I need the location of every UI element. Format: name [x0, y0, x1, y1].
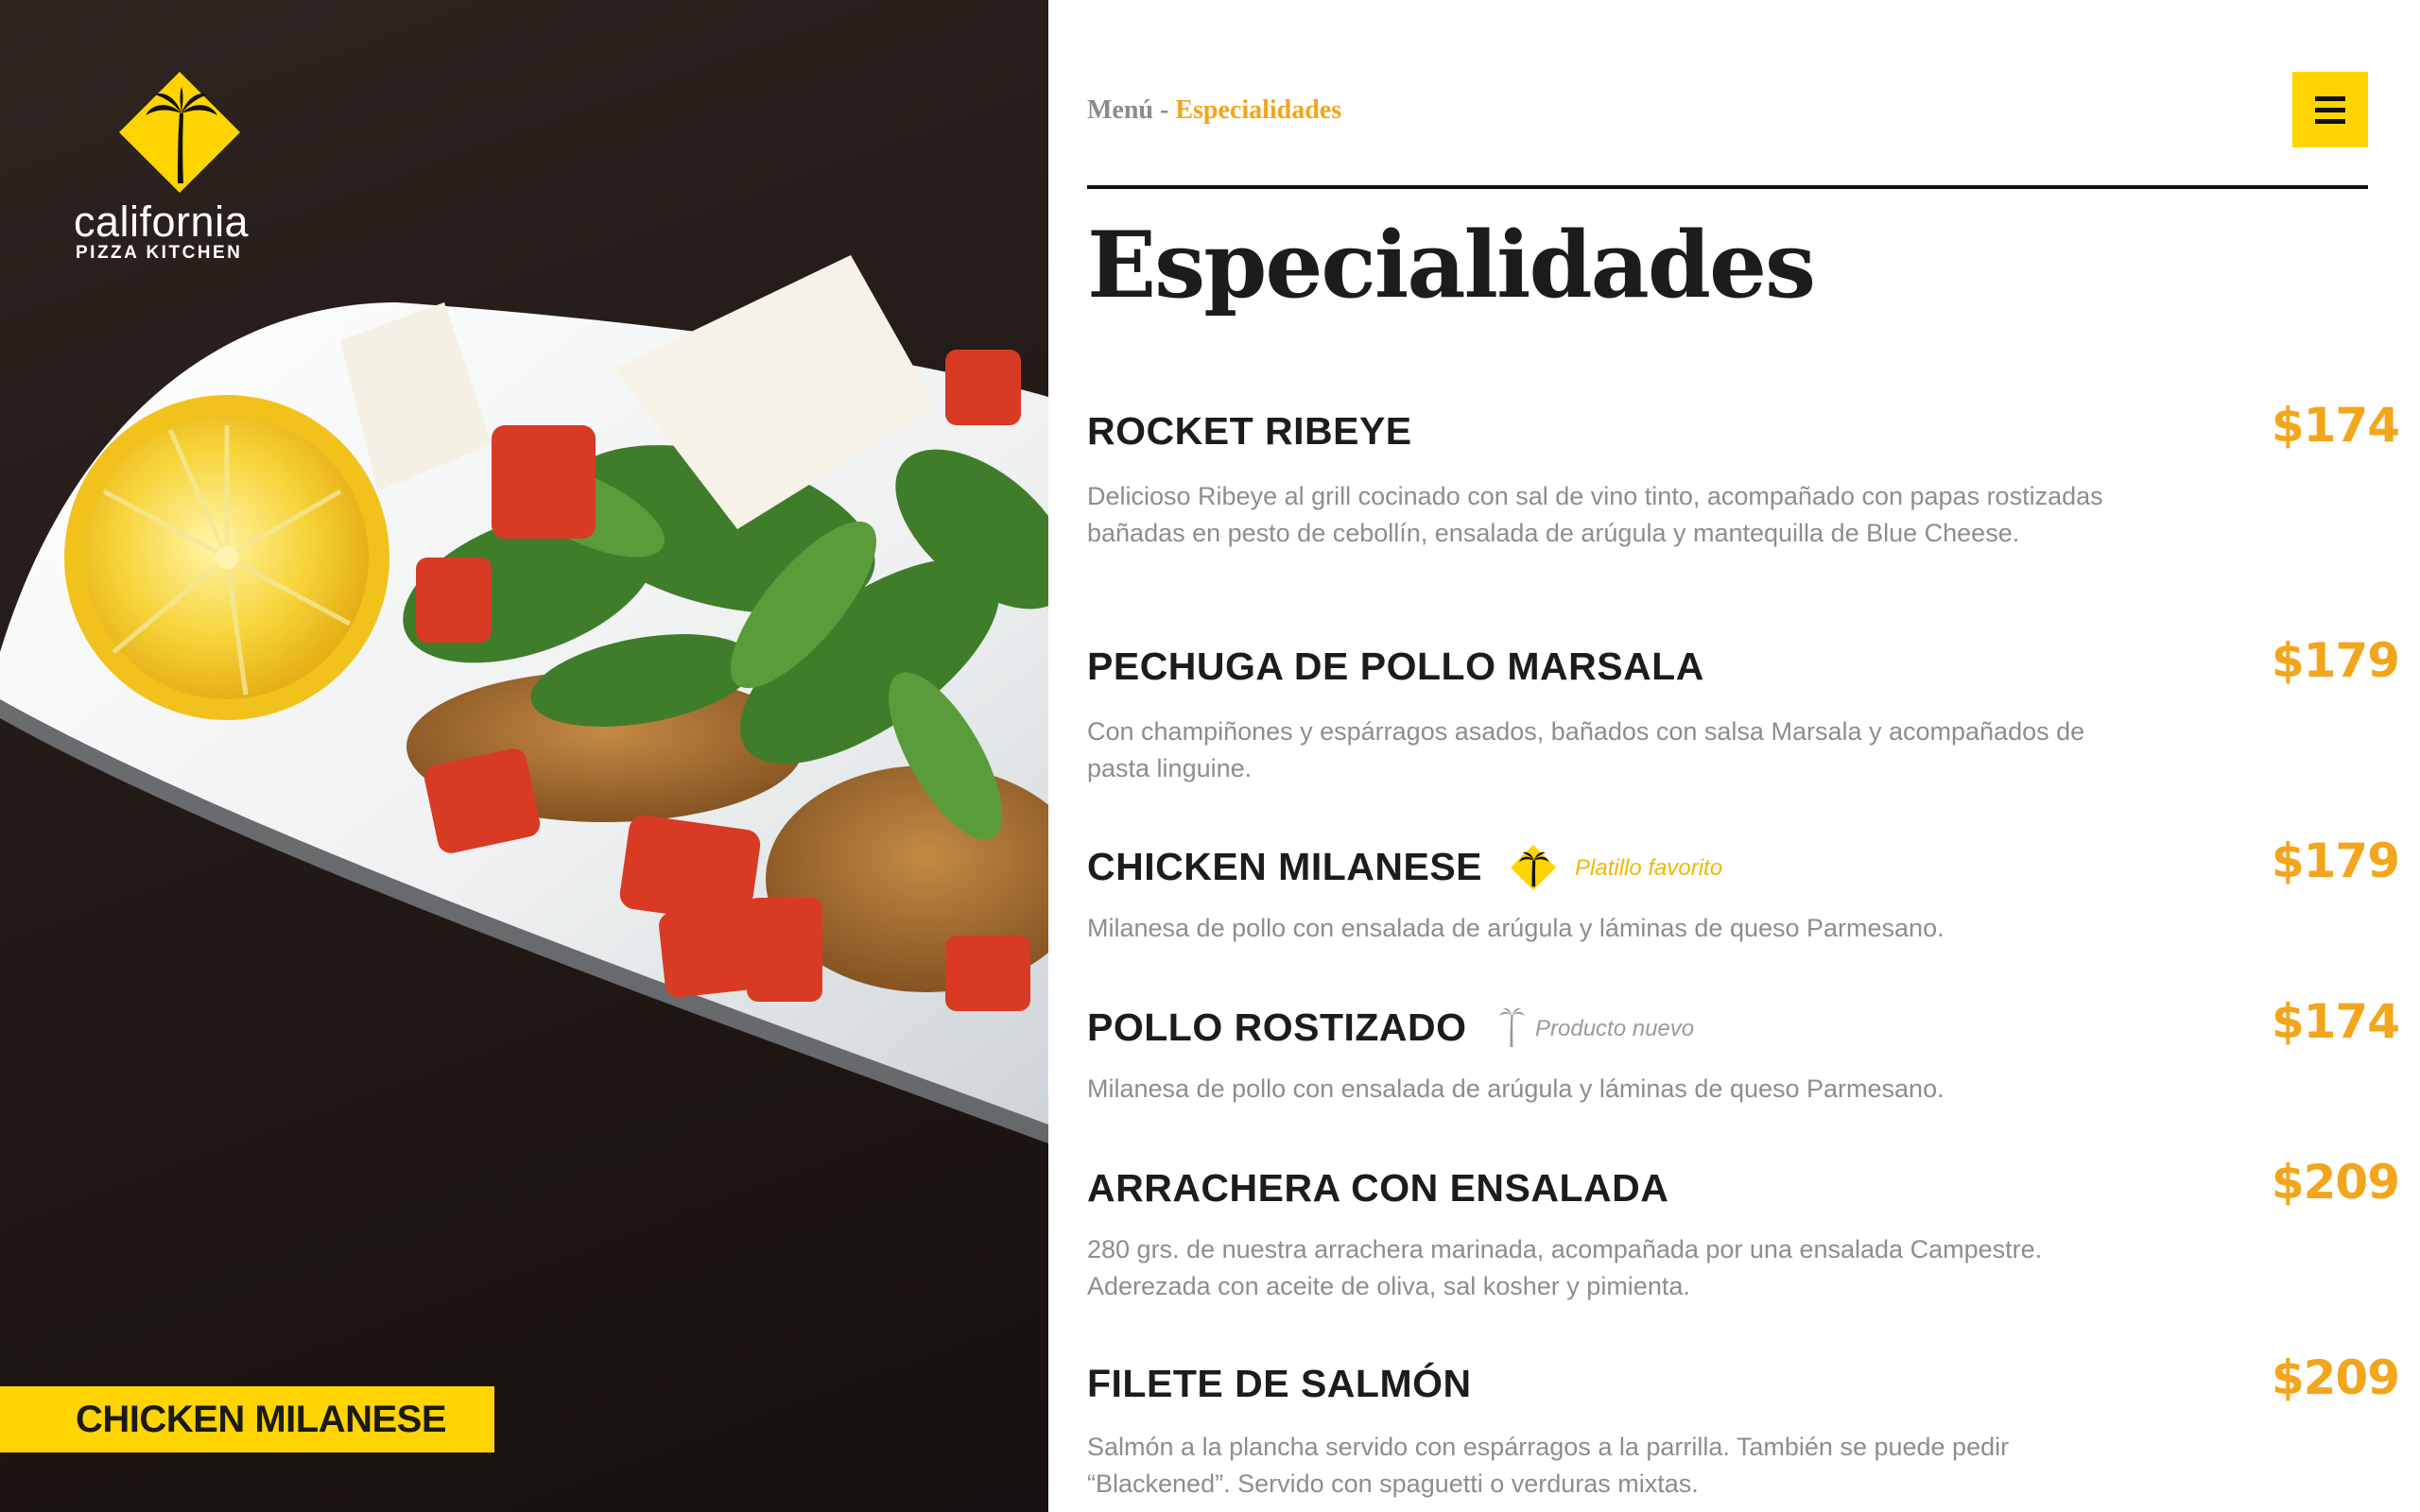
item-description: 280 grs. de nuestra arrachera marinada, …: [1087, 1235, 2043, 1300]
palm-tree-diamond-icon: [119, 72, 240, 193]
item-price: $179: [2271, 633, 2400, 688]
breadcrumb-menu-link[interactable]: Menú: [1087, 95, 1153, 125]
item-name: CHICKEN MILANESE: [1087, 845, 1483, 888]
palm-tree-icon: [1499, 1007, 1525, 1047]
item-name: POLLO ROSTIZADO: [1087, 1005, 1467, 1049]
item-description: Salmón a la plancha servido con espárrag…: [1087, 1433, 2010, 1498]
hero-photo: california PIZZA KITCHEN CHICKEN MILANES…: [0, 0, 1048, 1512]
featured-dish-name: CHICKEN MILANESE: [76, 1399, 447, 1440]
brand-subline: PIZZA KITCHEN: [76, 243, 243, 263]
badge-label: Platillo favorito: [1575, 855, 1723, 881]
item-price: $174: [2271, 398, 2400, 453]
hamburger-menu-button[interactable]: [2292, 72, 2368, 147]
item-name: ARRACHERA CON ENSALADA: [1087, 1166, 1669, 1210]
item-description: Milanesa de pollo con ensalada de arúgul…: [1087, 1074, 1945, 1103]
breadcrumb: Menú - Especialidades: [1087, 95, 1341, 126]
palm-tree-diamond-icon: [1511, 845, 1556, 890]
item-price: $209: [2271, 1350, 2400, 1405]
item-name: FILETE DE SALMÓN: [1087, 1362, 1472, 1405]
item-price: $209: [2271, 1155, 2400, 1210]
item-name: ROCKET RIBEYE: [1087, 409, 1412, 453]
item-description: Delicioso Ribeye al grill cocinado con s…: [1087, 482, 2103, 547]
breadcrumb-separator: -: [1160, 95, 1169, 125]
item-price: $179: [2271, 833, 2400, 888]
breadcrumb-current: Especialidades: [1175, 95, 1342, 125]
page-title: Especialidades: [1087, 212, 1816, 318]
item-description: Con champiñones y espárragos asados, bañ…: [1087, 717, 2085, 782]
item-description: Milanesa de pollo con ensalada de arúgul…: [1087, 914, 1945, 942]
brand-wordmark: california: [74, 198, 250, 246]
header-divider: [1087, 185, 2368, 189]
badge-label: Producto nuevo: [1535, 1016, 1695, 1041]
item-name: PECHUGA DE POLLO MARSALA: [1087, 644, 1704, 688]
menu-panel: Menú - Especialidades Especialidades ROC…: [1048, 0, 2420, 1512]
featured-dish-label: CHICKEN MILANESE: [0, 1386, 494, 1452]
item-price: $174: [2271, 994, 2400, 1049]
